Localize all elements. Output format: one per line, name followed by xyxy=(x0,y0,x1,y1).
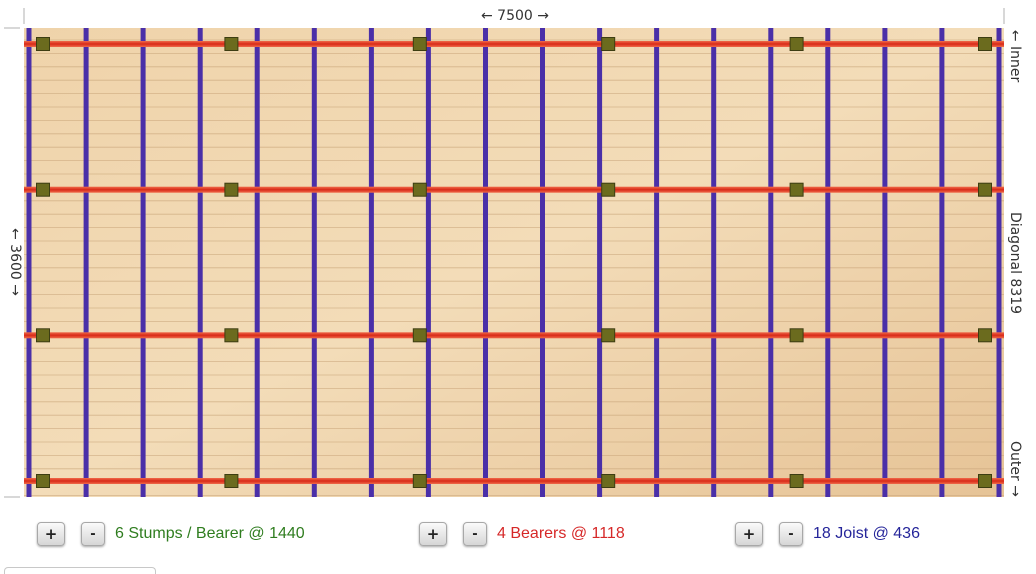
bearer xyxy=(24,41,1004,47)
joist xyxy=(768,28,774,497)
stump xyxy=(224,328,239,343)
stump xyxy=(601,328,616,343)
stump xyxy=(601,474,616,488)
inner-side-label: ← Inner xyxy=(1007,29,1023,83)
bearer xyxy=(24,332,1004,339)
deck-surface xyxy=(24,28,1004,497)
add-stump-button[interactable]: + xyxy=(37,522,65,546)
stump xyxy=(36,182,50,197)
add-bearer-button[interactable]: + xyxy=(419,522,447,546)
remove-stump-button[interactable]: - xyxy=(81,522,105,546)
stump xyxy=(224,182,239,197)
stump xyxy=(978,182,992,197)
joist xyxy=(368,28,374,497)
stump xyxy=(789,182,804,197)
joist xyxy=(26,28,32,497)
stump xyxy=(601,182,616,197)
joist xyxy=(425,28,431,497)
joist xyxy=(311,28,317,497)
bearers-summary: 4 Bearers @ 1118 xyxy=(497,525,625,542)
stump xyxy=(412,474,427,488)
width-dimension-label: ← 7500 → xyxy=(481,8,549,24)
joist xyxy=(197,28,203,497)
stump xyxy=(978,37,992,51)
stump xyxy=(36,328,50,343)
remove-joist-button[interactable]: - xyxy=(779,522,803,546)
joist xyxy=(140,28,146,497)
joist xyxy=(996,28,1002,497)
joists-control: + - 18 Joist @ 436 xyxy=(735,521,920,547)
stumps-control: + - 6 Stumps / Bearer @ 1440 xyxy=(37,521,305,547)
stump xyxy=(412,328,427,343)
outer-side-label: Outer → xyxy=(1007,441,1023,497)
stump xyxy=(36,474,50,488)
stump xyxy=(224,37,239,51)
deck-diagram xyxy=(4,8,1005,498)
joists-summary: 18 Joist @ 436 xyxy=(813,525,920,542)
stump xyxy=(789,328,804,343)
joist xyxy=(654,28,660,497)
bearer xyxy=(24,478,1004,484)
joist xyxy=(483,28,488,497)
bearer xyxy=(24,186,1004,193)
stump xyxy=(412,37,427,51)
stump xyxy=(978,328,992,343)
stump xyxy=(224,474,239,488)
diagonal-label: Diagonal 8319 xyxy=(1007,211,1023,315)
joist xyxy=(882,28,888,497)
joist xyxy=(254,28,260,497)
stump xyxy=(789,474,804,488)
bearers-control: + - 4 Bearers @ 1118 xyxy=(419,521,625,547)
stump xyxy=(978,474,992,488)
joist xyxy=(939,28,945,497)
remove-bearer-button[interactable]: - xyxy=(463,522,487,546)
depth-dimension-label: ← 3600 → xyxy=(7,228,23,296)
stump xyxy=(412,182,427,197)
stump xyxy=(789,37,804,51)
stump xyxy=(36,37,50,51)
joist xyxy=(825,28,831,497)
joist xyxy=(597,28,603,497)
joist xyxy=(83,28,89,497)
joist xyxy=(711,28,717,497)
stump xyxy=(601,37,616,51)
joist xyxy=(540,28,545,497)
add-joist-button[interactable]: + xyxy=(735,522,763,546)
stumps-summary: 6 Stumps / Bearer @ 1440 xyxy=(115,525,305,542)
